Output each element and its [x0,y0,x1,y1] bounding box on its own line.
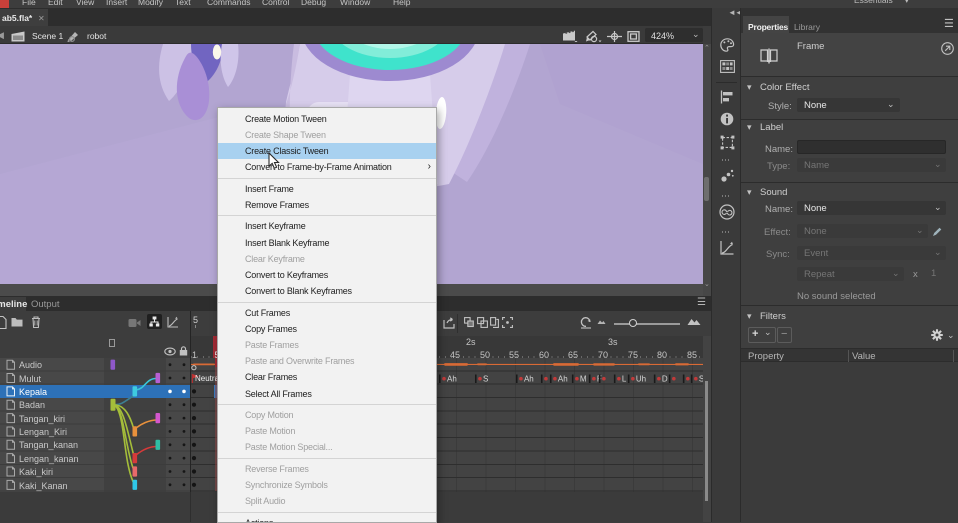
svg-text:Uh: Uh [636,374,646,383]
svg-text:Ah: Ah [558,374,568,383]
svg-text:Ah: Ah [447,374,457,383]
svg-text:Ah: Ah [524,374,534,383]
svg-text:D: D [662,374,668,383]
svg-text:L: L [622,374,627,383]
svg-text:S: S [483,374,488,383]
svg-text:M: M [580,374,587,383]
